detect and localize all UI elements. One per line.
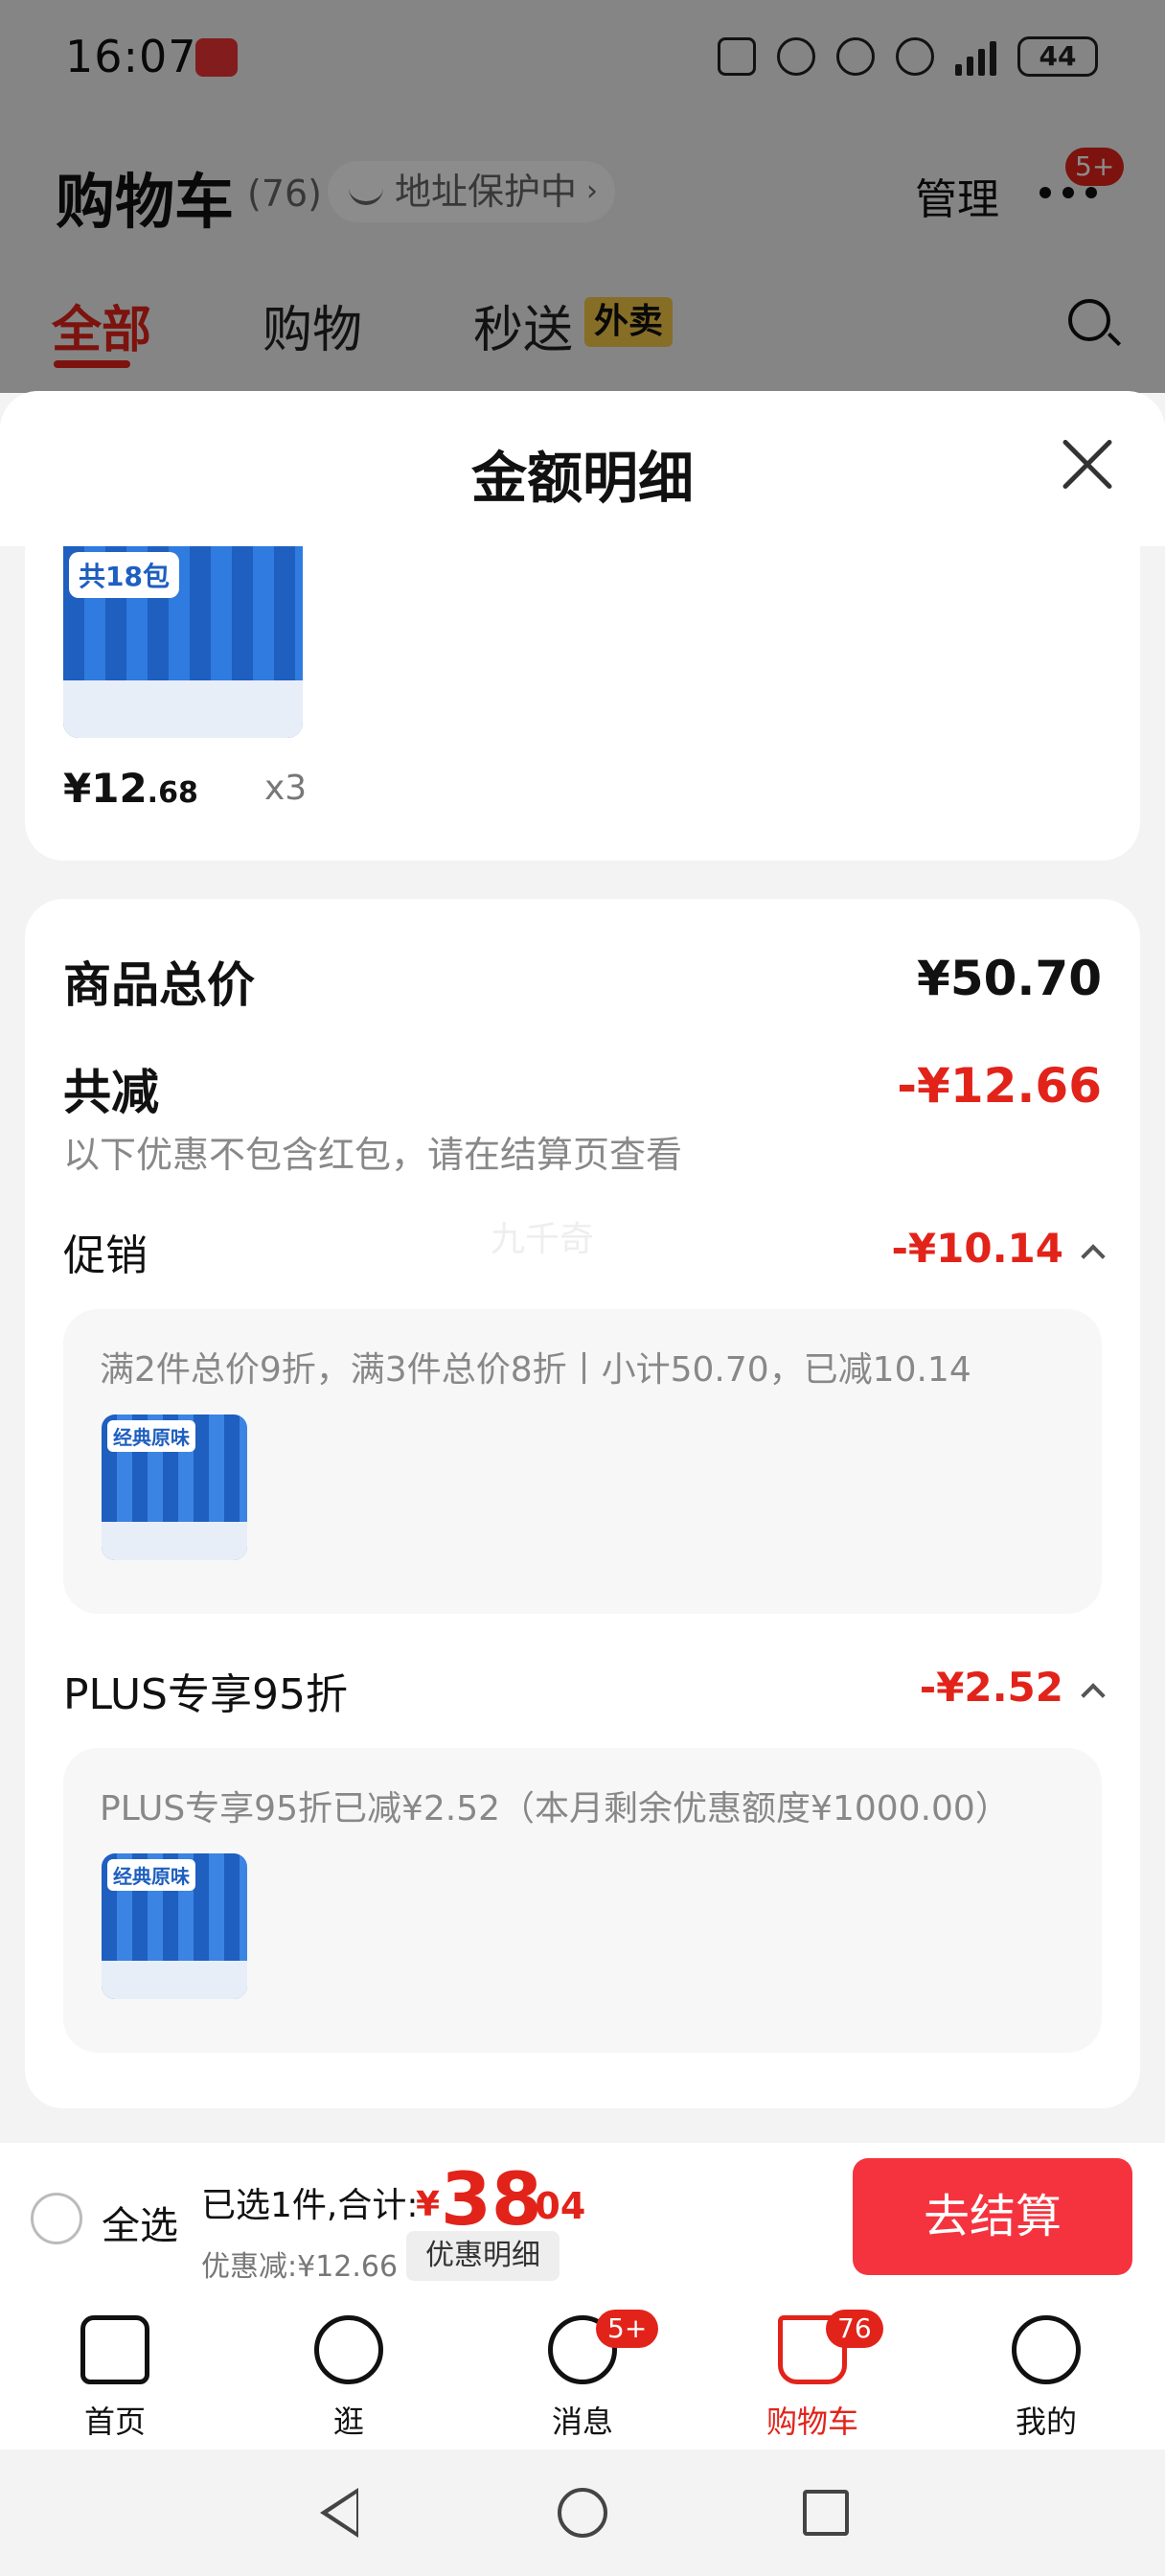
- thumbnail-tag: 经典原味: [107, 1420, 195, 1452]
- close-icon[interactable]: [1060, 437, 1115, 493]
- total-amount-decimal: .04: [521, 2185, 586, 2227]
- product-price: ¥12.68: [63, 765, 198, 812]
- checkout-bar: 全选 已选1件,合计: ¥ 38 .04 优惠减:¥12.66 优惠明细 去结算: [0, 2143, 1165, 2296]
- total-reduce-label: 共减: [63, 1065, 159, 1120]
- home-nav-icon[interactable]: [558, 2488, 607, 2538]
- tab-cart[interactable]: 购物车 76: [726, 2310, 899, 2442]
- watermark: 九千奇: [491, 1220, 595, 1259]
- select-all-checkbox[interactable]: [31, 2193, 82, 2244]
- product-card: 共18包 ¥12.68 x3: [25, 546, 1140, 861]
- modal-overlay[interactable]: [0, 0, 1165, 393]
- chevron-up-icon[interactable]: [1081, 1683, 1106, 1708]
- tab-profile[interactable]: 我的: [960, 2315, 1132, 2442]
- total-currency: ¥: [416, 2185, 441, 2224]
- tab-cart-label: 购物车: [765, 2404, 858, 2440]
- promo-detail-box: 满2件总价9折，满3件总价8折丨小计50.70，已减10.14 经典原味: [63, 1309, 1102, 1614]
- promo-label: 促销: [63, 1231, 148, 1280]
- total-reduce-value: -¥12.66: [897, 1058, 1102, 1114]
- bottom-tab-bar: 首页 逛 消息 5+ 购物车 76 我的: [0, 2296, 1165, 2450]
- plus-promo-description: PLUS专享95折已减¥2.52（本月剩余优惠额度¥1000.00）: [100, 1789, 1010, 1828]
- tab-browse[interactable]: 逛: [263, 2315, 435, 2442]
- tab-browse-label: 逛: [332, 2404, 364, 2440]
- promo-value: -¥10.14: [891, 1225, 1063, 1272]
- tab-home[interactable]: 首页: [29, 2315, 201, 2442]
- discount-summary: 优惠减:¥12.66: [201, 2250, 399, 2284]
- tab-messages-label: 消息: [551, 2404, 613, 2440]
- browse-icon: [314, 2315, 383, 2384]
- product-thumbnail[interactable]: 经典原味: [102, 1853, 247, 1999]
- product-thumbnail[interactable]: 经典原味: [102, 1414, 247, 1560]
- checkout-button[interactable]: 去结算: [853, 2158, 1132, 2275]
- sheet-title: 金额明细: [470, 446, 694, 511]
- thumbnail-tag: 经典原味: [107, 1859, 195, 1891]
- tab-messages[interactable]: 消息 5+: [496, 2310, 669, 2442]
- cart-badge: 76: [826, 2310, 883, 2348]
- product-quantity: x3: [264, 769, 308, 808]
- chevron-up-icon[interactable]: [1081, 1244, 1106, 1269]
- promo-description: 满2件总价9折，满3件总价8折丨小计50.70，已减10.14: [100, 1350, 971, 1390]
- messages-badge: 5+: [596, 2310, 659, 2348]
- product-image[interactable]: 共18包: [63, 546, 303, 738]
- reduce-note: 以下优惠不包含红包，请在结算页查看: [63, 1134, 683, 1176]
- total-price-value: ¥50.70: [917, 951, 1102, 1006]
- selected-info: 已选1件,合计:: [201, 2186, 419, 2225]
- select-all-label[interactable]: 全选: [102, 2195, 178, 2250]
- back-icon[interactable]: [320, 2488, 358, 2538]
- amount-detail-sheet: 金额明细 共18包 ¥12.68 x3 商品总价 ¥50.70 共减 -¥12.…: [0, 391, 1165, 2145]
- home-icon: [80, 2315, 149, 2384]
- sheet-header: 金额明细: [0, 391, 1165, 546]
- amount-detail-card: 商品总价 ¥50.70 共减 -¥12.66 以下优惠不包含红包，请在结算页查看…: [25, 899, 1140, 2108]
- recent-apps-icon[interactable]: [803, 2490, 849, 2536]
- discount-detail-button[interactable]: 优惠明细: [406, 2231, 560, 2281]
- tab-home-label: 首页: [83, 2404, 146, 2440]
- profile-icon: [1012, 2315, 1081, 2384]
- tab-profile-label: 我的: [1015, 2404, 1077, 2440]
- system-navigation: [0, 2450, 1165, 2576]
- total-price-label: 商品总价: [63, 957, 255, 1013]
- plus-promo-label: PLUS专享95折: [63, 1670, 348, 1719]
- plus-promo-value: -¥2.52: [919, 1664, 1063, 1711]
- plus-promo-detail-box: PLUS专享95折已减¥2.52（本月剩余优惠额度¥1000.00） 经典原味: [63, 1748, 1102, 2053]
- product-image-tag: 共18包: [69, 552, 179, 598]
